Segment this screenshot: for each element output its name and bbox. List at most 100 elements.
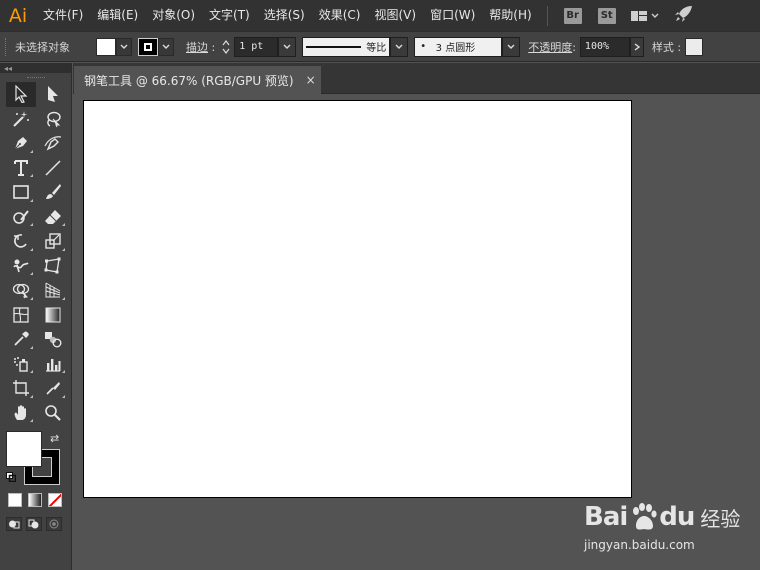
zoom-tool[interactable] xyxy=(38,401,68,426)
perspective-grid-icon xyxy=(45,282,61,298)
submenu-indicator-icon xyxy=(30,370,33,373)
submenu-indicator-icon xyxy=(30,345,33,349)
line-segment-icon xyxy=(45,160,61,176)
default-fill-stroke-button[interactable] xyxy=(6,471,17,483)
menu-window[interactable]: 窗口(W) xyxy=(423,0,482,31)
pen-tool[interactable] xyxy=(6,131,36,156)
type-t-icon xyxy=(14,159,28,176)
gradient-button[interactable] xyxy=(28,493,42,507)
control-bar: 未选择对象 描边 : 1 pt 等比 • 3 点圆形 不透明度: 100% 样式… xyxy=(0,31,760,62)
stock-button[interactable]: St xyxy=(597,7,616,24)
paintbrush-tool[interactable] xyxy=(38,180,68,205)
line-segment-tool[interactable] xyxy=(38,156,68,181)
menu-object[interactable]: 对象(O) xyxy=(145,0,202,31)
stroke-weight-dropdown[interactable] xyxy=(278,36,297,57)
opacity-expand-button[interactable] xyxy=(629,36,644,57)
draw-inside-icon xyxy=(49,519,59,529)
perspective-grid-tool[interactable] xyxy=(38,278,68,303)
submenu-indicator-icon xyxy=(62,247,65,251)
gpu-performance-button[interactable] xyxy=(674,5,694,26)
stepper-arrows-icon xyxy=(222,39,230,54)
watermark-brand: Bai du 经验 xyxy=(584,502,740,532)
chevron-down-icon xyxy=(120,44,128,49)
document-tab-title: 钢笔工具 @ 66.67% (RGB/GPU 预览) xyxy=(84,73,294,88)
profile-label: 等比 xyxy=(366,43,387,54)
paw-logo-icon xyxy=(633,503,657,530)
pen-nib-icon xyxy=(14,137,27,150)
tool-grid xyxy=(0,82,71,425)
rotate-tool[interactable] xyxy=(6,229,36,254)
color-button[interactable] xyxy=(8,493,22,507)
menu-type[interactable]: 文字(T) xyxy=(202,0,257,31)
magic-wand-tool[interactable] xyxy=(6,107,36,132)
control-bar-grip[interactable] xyxy=(5,37,8,56)
artboard[interactable] xyxy=(83,100,632,498)
workspace-layout-button[interactable] xyxy=(630,9,660,23)
menu-help[interactable]: 帮助(H) xyxy=(482,0,538,31)
tools-collapse-button[interactable]: ◂◂ xyxy=(0,63,71,73)
shaper-tool[interactable] xyxy=(6,205,36,230)
opacity-input[interactable]: 100% xyxy=(579,36,630,57)
curvature-tool[interactable] xyxy=(38,131,68,156)
watermark-brand-cn: 经验 xyxy=(700,506,741,531)
menu-file[interactable]: 文件(F) xyxy=(36,0,90,31)
stroke-weight-stepper[interactable] xyxy=(218,37,234,57)
eyedropper-tool[interactable] xyxy=(6,327,36,352)
stroke-color-swatch[interactable] xyxy=(138,37,158,56)
variable-width-profile[interactable]: 等比 xyxy=(302,36,391,57)
document-tab[interactable]: 钢笔工具 @ 66.67% (RGB/GPU 预览) × xyxy=(74,66,321,94)
draw-behind-button[interactable] xyxy=(26,517,42,531)
warp-tool[interactable] xyxy=(6,254,36,279)
stroke-weight-input[interactable]: 1 pt xyxy=(234,36,279,57)
artboard-tool[interactable] xyxy=(6,376,36,401)
bridge-button[interactable]: Br xyxy=(563,7,582,24)
shape-builder-tool[interactable] xyxy=(6,278,36,303)
blend-icon xyxy=(45,332,62,348)
eraser-icon xyxy=(45,209,61,224)
slice-tool[interactable] xyxy=(38,376,68,401)
type-tool[interactable] xyxy=(6,156,36,181)
swap-fill-stroke-icon[interactable]: ⇄ xyxy=(50,432,59,445)
direct-selection-tool[interactable] xyxy=(38,82,68,107)
draw-normal-button[interactable] xyxy=(6,517,22,531)
graphic-style-swatch[interactable] xyxy=(685,37,704,56)
artboard-icon xyxy=(13,380,29,397)
blend-tool[interactable] xyxy=(38,327,68,352)
tools-grip[interactable] xyxy=(0,73,71,82)
fill-box[interactable] xyxy=(6,431,42,467)
fill-dropdown[interactable] xyxy=(116,37,132,56)
opacity-label[interactable]: 不透明度: xyxy=(528,39,576,55)
fill-color-swatch[interactable] xyxy=(96,37,116,56)
free-transform-tool[interactable] xyxy=(38,254,68,279)
submenu-indicator-icon xyxy=(30,296,33,300)
close-icon[interactable]: × xyxy=(306,73,316,87)
draw-inside-button[interactable] xyxy=(46,517,62,531)
submenu-indicator-icon xyxy=(30,394,33,398)
brush-dropdown[interactable] xyxy=(502,36,521,57)
eraser-tool[interactable] xyxy=(38,205,68,230)
menu-view[interactable]: 视图(V) xyxy=(367,0,423,31)
symbol-sprayer-tool[interactable] xyxy=(6,352,36,377)
hand-tool[interactable] xyxy=(6,401,36,426)
chevron-down-icon xyxy=(507,44,515,49)
menu-edit[interactable]: 编辑(E) xyxy=(90,0,145,31)
brush-definition[interactable]: • 3 点圆形 xyxy=(414,36,503,57)
menu-select[interactable]: 选择(S) xyxy=(257,0,312,31)
baidu-jingyan-watermark: Bai du 经验 jingyan.baidu.com xyxy=(580,488,760,568)
submenu-indicator-icon xyxy=(30,272,33,275)
menu-bar: Ai 文件(F) 编辑(E) 对象(O) 文字(T) 选择(S) 效果(C) 视… xyxy=(0,0,760,31)
selection-tool[interactable] xyxy=(6,82,36,107)
column-graph-tool[interactable] xyxy=(38,352,68,377)
symbol-sprayer-icon xyxy=(14,356,28,372)
menu-effect[interactable]: 效果(C) xyxy=(312,0,368,31)
stroke-dropdown[interactable] xyxy=(158,37,174,56)
gradient-tool[interactable] xyxy=(38,303,68,328)
rectangle-tool[interactable] xyxy=(6,180,36,205)
lasso-tool[interactable] xyxy=(38,107,68,132)
scale-tool[interactable] xyxy=(38,229,68,254)
none-button[interactable] xyxy=(48,493,62,507)
mesh-tool[interactable] xyxy=(6,303,36,328)
profile-dropdown[interactable] xyxy=(390,36,409,57)
stroke-swatch-inner xyxy=(144,42,152,51)
stroke-label[interactable]: 描边 : xyxy=(186,39,215,55)
